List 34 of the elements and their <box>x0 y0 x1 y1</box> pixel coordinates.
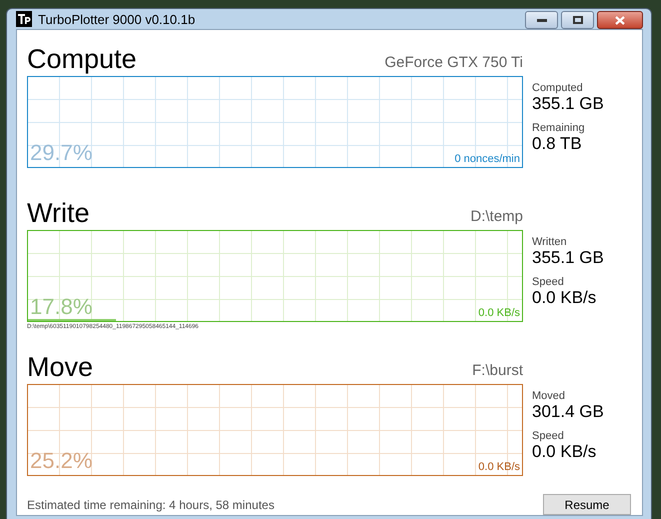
stat-value: 0.8 TB <box>532 134 583 154</box>
stat-label: Written <box>532 236 568 248</box>
minimize-icon <box>536 18 546 22</box>
stat-label: Remaining <box>532 122 586 134</box>
rate-label: 0 nonces/min <box>454 153 520 165</box>
minimize-button[interactable] <box>525 11 558 29</box>
stat-label: Speed <box>532 430 565 442</box>
status-text: Estimated time remaining: 4 hours, 58 minutes <box>27 498 274 512</box>
stat-value: 301.4 GB <box>532 402 605 422</box>
stat-value: 0.0 KB/s <box>532 442 598 462</box>
stat-label: Speed <box>532 276 565 288</box>
section-heading: Compute <box>27 44 137 74</box>
percent-label: 17.8% <box>30 296 92 318</box>
rate-label: 0.0 KB/s <box>478 307 520 319</box>
percent-label: 29.7% <box>30 142 92 164</box>
maximize-button[interactable] <box>561 11 594 29</box>
stat-label: Computed <box>532 82 584 94</box>
stat-label: Moved <box>532 390 566 402</box>
section-heading: Move <box>27 352 94 382</box>
resume-button[interactable]: Resume <box>543 494 631 515</box>
section-subtitle: F:\burst <box>472 362 523 379</box>
percent-label: 25.2% <box>30 450 92 472</box>
section-subtitle: D:\temp <box>470 208 523 225</box>
section-heading: Write <box>27 198 90 228</box>
maximize-icon <box>572 16 582 24</box>
section-subtitle: GeForce GTX 750 Ti <box>384 54 523 71</box>
window-title: TurboPlotter 9000 v0.10.1b <box>38 12 196 26</box>
close-icon <box>615 16 625 24</box>
close-button[interactable] <box>597 11 643 29</box>
stat-value: 355.1 GB <box>532 94 605 114</box>
app-logo-icon <box>16 11 32 27</box>
stat-value: 0.0 KB/s <box>532 288 598 308</box>
rate-label: 0.0 KB/s <box>478 461 520 473</box>
stat-value: 355.1 GB <box>532 248 605 268</box>
